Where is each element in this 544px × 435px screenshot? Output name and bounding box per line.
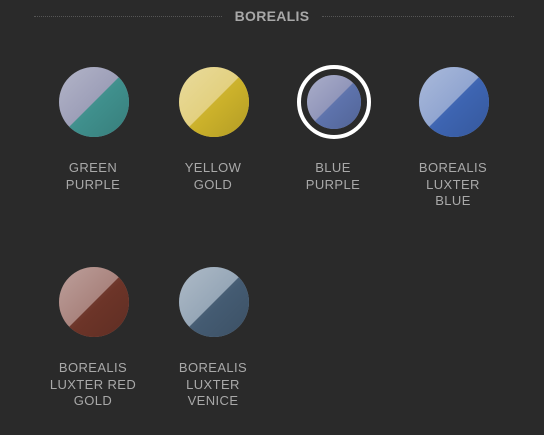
color-swatch — [59, 67, 129, 137]
color-swatch — [419, 67, 489, 137]
swatch-yellow-gold[interactable]: YELLOW GOLD — [153, 56, 273, 226]
swatch-label: BOREALIS LUXTER RED GOLD — [49, 360, 137, 408]
color-swatch — [179, 267, 249, 337]
section-header: BOREALIS — [0, 0, 544, 34]
swatch-ring — [57, 265, 131, 339]
swatch-borealis-luxter-red-gold[interactable]: BOREALIS LUXTER RED GOLD — [33, 256, 153, 426]
swatch-ring — [177, 65, 251, 139]
divider-right — [322, 16, 514, 17]
swatch-borealis-luxter-venice[interactable]: BOREALIS LUXTER VENICE — [153, 256, 273, 426]
swatch-label: BOREALIS LUXTER BLUE — [418, 160, 488, 208]
swatch-label: BOREALIS LUXTER VENICE — [178, 360, 248, 408]
swatch-borealis-luxter-blue[interactable]: BOREALIS LUXTER BLUE — [393, 56, 513, 226]
swatch-label: BLUE PURPLE — [305, 160, 361, 192]
color-swatch — [307, 75, 361, 129]
section-title: BOREALIS — [234, 8, 310, 24]
swatch-label: YELLOW GOLD — [184, 160, 242, 192]
swatch-label: GREEN PURPLE — [65, 160, 121, 192]
swatch-green-purple[interactable]: GREEN PURPLE — [33, 56, 153, 226]
color-swatch — [59, 267, 129, 337]
divider-left — [34, 16, 222, 17]
color-swatch — [179, 67, 249, 137]
swatch-ring — [57, 65, 131, 139]
swatch-blue-purple[interactable]: BLUE PURPLE — [273, 56, 393, 226]
swatch-ring — [297, 65, 371, 139]
swatch-ring — [177, 265, 251, 339]
swatch-ring — [417, 65, 491, 139]
